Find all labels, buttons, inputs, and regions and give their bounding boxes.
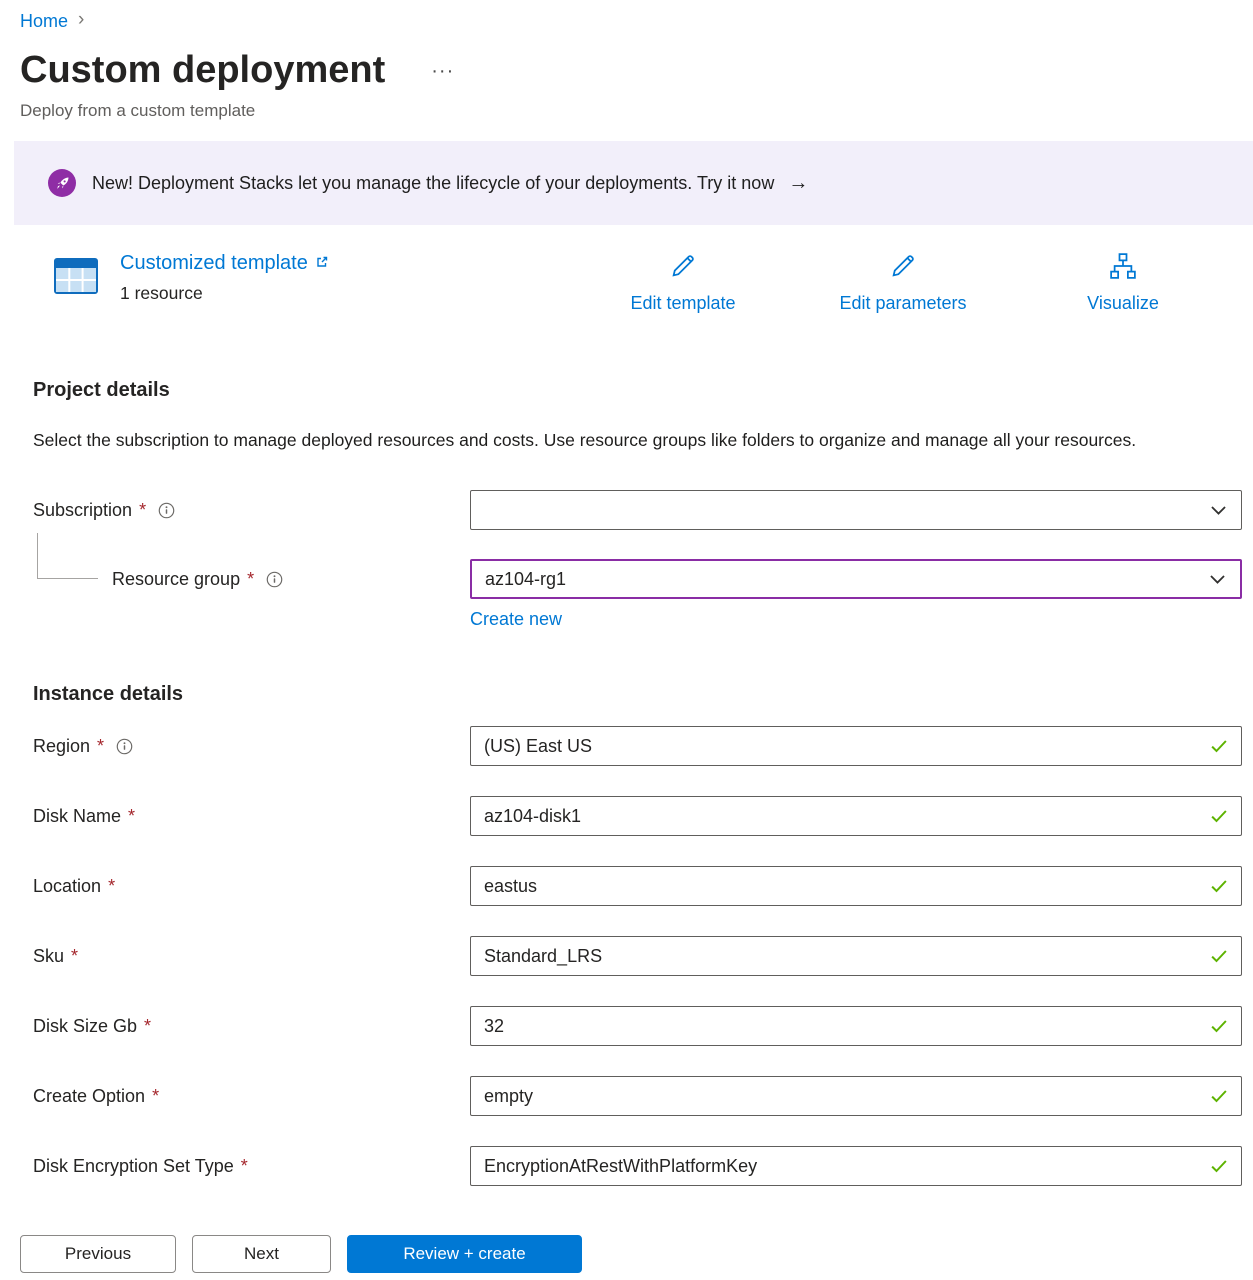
required-asterisk: * — [144, 1016, 151, 1037]
info-icon[interactable] — [266, 571, 283, 588]
visualize-button[interactable]: Visualize — [1048, 251, 1198, 314]
previous-button[interactable]: Previous — [20, 1235, 176, 1273]
location-input[interactable]: eastus — [470, 866, 1242, 906]
page-title: Custom deployment — [20, 46, 385, 94]
resource-group-value: az104-rg1 — [485, 569, 566, 590]
subscription-select[interactable] — [470, 490, 1242, 530]
chevron-down-icon — [1209, 501, 1228, 520]
title-row: Custom deployment ··· — [20, 46, 1253, 94]
disk-size-label: Disk Size Gb* — [33, 1016, 470, 1037]
pencil-icon — [888, 251, 918, 286]
required-asterisk: * — [241, 1156, 248, 1177]
region-input[interactable]: (US) East US — [470, 726, 1242, 766]
sku-input[interactable]: Standard_LRS — [470, 936, 1242, 976]
breadcrumb: Home › — [0, 0, 1253, 32]
create-new-row: Create new — [470, 607, 1253, 631]
valid-check-icon — [1209, 876, 1229, 896]
more-menu-icon[interactable]: ··· — [431, 60, 454, 83]
instance-details-heading: Instance details — [33, 681, 1253, 707]
template-summary: Customized template 1 resource — [52, 251, 1253, 331]
disk-encryption-set-type-label: Disk Encryption Set Type* — [33, 1156, 470, 1177]
customized-template-link[interactable]: Customized template — [120, 251, 329, 275]
valid-check-icon — [1209, 806, 1229, 826]
template-icon — [52, 254, 100, 298]
valid-check-icon — [1209, 736, 1229, 756]
region-label: Region* — [33, 736, 470, 757]
disk-size-row: Disk Size Gb* 32 — [33, 1006, 1242, 1046]
valid-check-icon — [1209, 946, 1229, 966]
disk-encryption-set-type-row: Disk Encryption Set Type* EncryptionAtRe… — [33, 1146, 1242, 1186]
project-details-heading: Project details — [33, 377, 1253, 403]
subscription-row: Subscription* — [33, 490, 1242, 530]
disk-encryption-set-type-input[interactable]: EncryptionAtRestWithPlatformKey — [470, 1146, 1242, 1186]
rocket-icon — [48, 169, 76, 197]
review-create-button[interactable]: Review + create — [347, 1235, 582, 1273]
footer-bar: Previous Next Review + create — [0, 1210, 1253, 1280]
sku-label: Sku* — [33, 946, 470, 967]
create-option-label: Create Option* — [33, 1086, 470, 1107]
resource-group-select[interactable]: az104-rg1 — [470, 559, 1242, 599]
project-details-description: Select the subscription to manage deploy… — [33, 425, 1183, 456]
location-label: Location* — [33, 876, 470, 897]
required-asterisk: * — [139, 500, 146, 521]
pencil-icon — [668, 251, 698, 286]
required-asterisk: * — [152, 1086, 159, 1107]
sku-row: Sku* Standard_LRS — [33, 936, 1242, 976]
create-option-input[interactable]: empty — [470, 1076, 1242, 1116]
create-new-link[interactable]: Create new — [470, 609, 562, 629]
template-actions: Edit template Edit parameters — [608, 251, 1198, 314]
template-info: Customized template 1 resource — [120, 251, 329, 331]
info-icon[interactable] — [116, 738, 133, 755]
create-option-row: Create Option* empty — [33, 1076, 1242, 1116]
edit-template-button[interactable]: Edit template — [608, 251, 758, 314]
disk-name-row: Disk Name* az104-disk1 — [33, 796, 1242, 836]
required-asterisk: * — [71, 946, 78, 967]
banner-text: New! Deployment Stacks let you manage th… — [92, 173, 774, 194]
page-subtitle: Deploy from a custom template — [20, 100, 1253, 121]
location-row: Location* eastus — [33, 866, 1242, 906]
required-asterisk: * — [247, 569, 254, 590]
chevron-down-icon — [1208, 570, 1227, 589]
arrow-right-icon: → — [788, 172, 808, 195]
resource-group-row: Resource group* az104-rg1 — [33, 559, 1242, 599]
resource-count: 1 resource — [120, 283, 329, 304]
resource-group-label: Resource group* — [33, 569, 470, 590]
deployment-stacks-banner[interactable]: New! Deployment Stacks let you manage th… — [14, 141, 1253, 225]
valid-check-icon — [1209, 1086, 1229, 1106]
required-asterisk: * — [108, 876, 115, 897]
next-button[interactable]: Next — [192, 1235, 331, 1273]
custom-deployment-page: Home › Custom deployment ··· Deploy from… — [0, 0, 1253, 1280]
valid-check-icon — [1209, 1156, 1229, 1176]
disk-size-input[interactable]: 32 — [470, 1006, 1242, 1046]
breadcrumb-home-link[interactable]: Home — [20, 11, 68, 32]
required-asterisk: * — [97, 736, 104, 757]
info-icon[interactable] — [158, 502, 175, 519]
chevron-right-icon: › — [78, 9, 84, 31]
indent-connector — [37, 533, 98, 579]
edit-parameters-button[interactable]: Edit parameters — [828, 251, 978, 314]
subscription-label: Subscription* — [33, 500, 470, 521]
external-link-icon — [315, 251, 329, 275]
valid-check-icon — [1209, 1016, 1229, 1036]
required-asterisk: * — [128, 806, 135, 827]
hierarchy-icon — [1108, 251, 1138, 286]
region-row: Region* (US) East US — [33, 726, 1242, 766]
disk-name-label: Disk Name* — [33, 806, 470, 827]
disk-name-input[interactable]: az104-disk1 — [470, 796, 1242, 836]
